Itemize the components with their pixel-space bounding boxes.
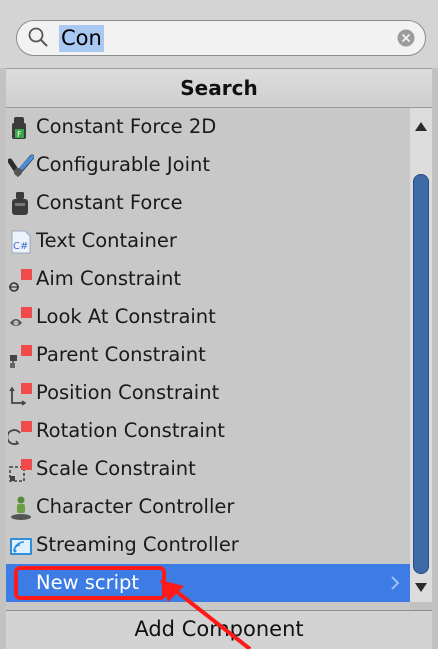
scroll-down-arrow-icon[interactable] bbox=[410, 578, 432, 598]
list-item[interactable]: Rotation Constraint bbox=[6, 412, 410, 450]
list-item-label: Look At Constraint bbox=[36, 305, 216, 328]
list-item[interactable]: Character Controller bbox=[6, 488, 410, 526]
scroll-thumb[interactable] bbox=[413, 174, 429, 574]
list-item-label: Configurable Joint bbox=[36, 153, 210, 176]
list-item[interactable]: Position Constraint bbox=[6, 374, 410, 412]
list-item[interactable]: Constant Force bbox=[6, 184, 410, 222]
search-bar: Con bbox=[0, 0, 438, 68]
list-item-label: Streaming Controller bbox=[36, 533, 239, 556]
component-list: F Constant Force 2D Configurable Joint C… bbox=[6, 108, 410, 610]
list-item-label: Rotation Constraint bbox=[36, 419, 225, 442]
constant-force-2d-icon: F bbox=[12, 117, 26, 139]
list-item-label: Parent Constraint bbox=[36, 343, 206, 366]
search-header: Search bbox=[6, 68, 432, 108]
list-item[interactable]: Scale Constraint bbox=[6, 450, 410, 488]
chevron-right-icon bbox=[391, 576, 400, 590]
rotation-constraint-icon bbox=[8, 421, 32, 445]
list-item-label: Scale Constraint bbox=[36, 457, 196, 480]
position-constraint-icon bbox=[9, 383, 32, 406]
list-item[interactable]: C# Text Container bbox=[6, 222, 410, 260]
clear-search-icon[interactable] bbox=[397, 29, 415, 47]
aim-constraint-icon bbox=[9, 269, 32, 292]
list-item-label: Aim Constraint bbox=[36, 267, 182, 290]
scroll-up-arrow-icon[interactable] bbox=[410, 116, 432, 136]
list-item-label: Text Container bbox=[36, 229, 177, 252]
look-at-constraint-icon bbox=[10, 307, 32, 326]
list-item[interactable]: Parent Constraint bbox=[6, 336, 410, 374]
list-item[interactable]: Look At Constraint bbox=[6, 298, 410, 336]
csharp-script-icon: C# bbox=[11, 230, 31, 254]
list-item[interactable]: Aim Constraint bbox=[6, 260, 410, 298]
svg-text:C#: C# bbox=[13, 241, 28, 252]
search-icon bbox=[28, 27, 48, 47]
list-item[interactable]: Streaming Controller bbox=[6, 526, 410, 564]
parent-constraint-icon bbox=[10, 345, 32, 368]
character-controller-icon bbox=[11, 496, 31, 520]
list-item-label: Character Controller bbox=[36, 495, 235, 518]
add-component-popup: Con Search F Constant Force 2D Configura… bbox=[0, 0, 438, 649]
search-input[interactable]: Con bbox=[16, 20, 426, 56]
list-item-label: Constant Force 2D bbox=[36, 115, 217, 138]
list-item[interactable]: F Constant Force 2D bbox=[6, 108, 410, 146]
list-item[interactable]: Configurable Joint bbox=[6, 146, 410, 184]
scale-constraint-icon bbox=[9, 459, 32, 482]
list-item-label: Constant Force bbox=[36, 191, 183, 214]
search-query-text: Con bbox=[59, 25, 104, 52]
scrollbar[interactable] bbox=[410, 108, 432, 602]
add-component-button[interactable]: Add Component bbox=[6, 610, 432, 649]
list-item-label: New script bbox=[36, 571, 140, 594]
streaming-controller-icon bbox=[10, 538, 32, 555]
configurable-joint-icon bbox=[8, 154, 34, 178]
constant-force-icon bbox=[12, 192, 28, 215]
svg-text:F: F bbox=[17, 130, 22, 139]
new-script-item[interactable]: New script bbox=[6, 564, 410, 602]
list-item-label: Position Constraint bbox=[36, 381, 220, 404]
